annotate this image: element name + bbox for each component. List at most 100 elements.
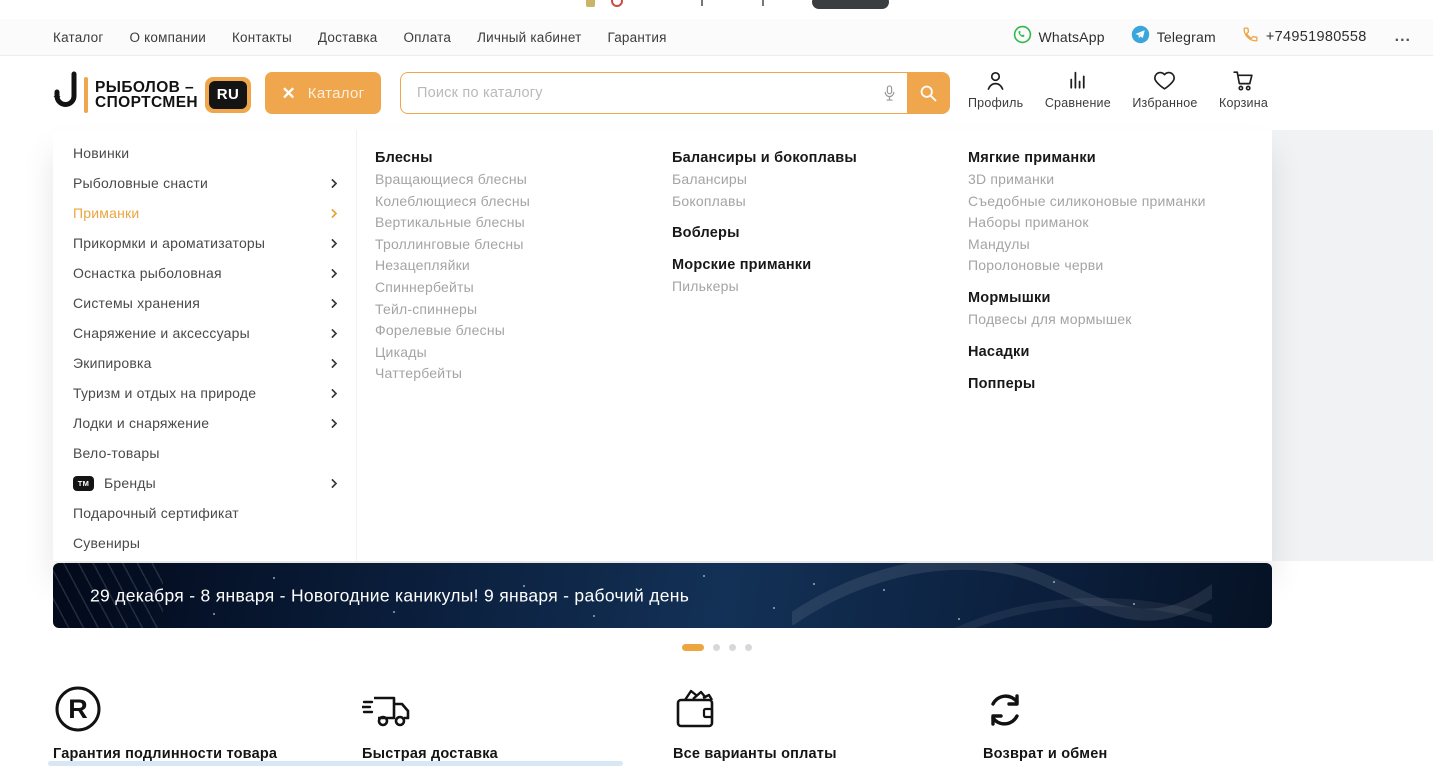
chevron-right-icon [328,238,338,248]
more-menu-button[interactable]: ... [1395,28,1411,46]
phone-icon [1242,26,1259,48]
registered-icon: R [53,684,103,734]
topbar-link-warranty[interactable]: Гарантия [607,30,666,45]
compare-button[interactable]: Сравнение [1045,68,1111,110]
subcategory-link[interactable]: Наборы приманок [968,212,1253,234]
chevron-right-icon [328,268,338,278]
sidebar-item-turizm[interactable]: Туризм и отдых на природе [53,378,356,408]
feature-delivery[interactable]: Быстрая доставка [362,684,662,766]
svg-text:R: R [68,694,88,724]
subcategory-link[interactable]: Незацепляйки [375,255,660,277]
sidebar-item-brendy[interactable]: TM Бренды [53,468,356,498]
category-group: Попперы [968,373,1253,395]
subcategory-column-3: Мягкие приманки 3D приманки Съедобные си… [968,147,1253,405]
subcategory-link[interactable]: Вращающиеся блесны [375,169,660,191]
exchange-icon [983,688,1027,732]
carousel-dot-4[interactable] [745,644,752,651]
subcategory-link[interactable]: Балансиры [672,169,957,191]
feature-returns[interactable]: Возврат и обмен [983,684,1283,766]
category-title[interactable]: Мормышки [968,287,1253,309]
category-title[interactable]: Насадки [968,341,1253,363]
sidebar-item-snaryazhenie[interactable]: Снаряжение и аксессуары [53,318,356,348]
sidebar-item-ekipirovka[interactable]: Экипировка [53,348,356,378]
chevron-right-icon [328,208,338,218]
site-logo[interactable]: РЫБОЛОВ – СПОРТСМЕН RU [53,70,251,119]
sidebar-item-suveniry[interactable]: Сувениры [53,528,356,558]
sidebar-item-novinki[interactable]: Новинки [53,138,356,168]
topbar-link-payment[interactable]: Оплата [403,30,451,45]
category-title[interactable]: Морские приманки [672,254,957,276]
voice-search-button[interactable] [871,73,907,113]
banner-text: 29 декабря - 8 января - Новогодние каник… [90,585,689,606]
favorites-button[interactable]: Избранное [1132,68,1197,110]
topbar-link-delivery[interactable]: Доставка [318,30,378,45]
close-icon: ✕ [282,85,296,102]
phone-link[interactable]: +74951980558 [1242,26,1367,48]
page: Каталог О компании Контакты Доставка Опл… [0,0,1433,766]
subcategory-panel: Блесны Вращающиеся блесны Колеблющиеся б… [357,130,1272,561]
chrome-tick-icon [762,0,764,6]
sidebar-item-lodki[interactable]: Лодки и снаряжение [53,408,356,438]
subcategory-link[interactable]: Подвесы для мормышек [968,309,1253,331]
sidebar-item-sistemy-hraneniya[interactable]: Системы хранения [53,288,356,318]
carousel-dot-2[interactable] [713,644,720,651]
profile-button[interactable]: Профиль [968,68,1023,110]
subcategory-link[interactable]: Съедобные силиконовые приманки [968,191,1253,213]
topbar-link-account[interactable]: Личный кабинет [477,30,581,45]
subcategory-link[interactable]: 3D приманки [968,169,1253,191]
truck-icon [362,692,414,732]
sidebar-item-snasti[interactable]: Рыболовные снасти [53,168,356,198]
category-title[interactable]: Мягкие приманки [968,147,1253,169]
telegram-link[interactable]: Telegram [1131,25,1216,49]
carousel-dot-3[interactable] [729,644,736,651]
promo-banner[interactable]: 29 декабря - 8 января - Новогодние каник… [53,563,1272,628]
subcategory-link[interactable]: Спиннербейты [375,277,660,299]
category-group: Балансиры и бокоплавы Балансиры Бокоплав… [672,147,957,212]
subcategory-link[interactable]: Мандулы [968,234,1253,256]
feature-authenticity[interactable]: R Гарантия подлинности товара [53,684,353,762]
whatsapp-link[interactable]: WhatsApp [1013,25,1105,49]
subcategory-link[interactable]: Троллинговые блесны [375,234,660,256]
catalog-button[interactable]: ✕ Каталог [265,72,381,114]
search-submit-button[interactable] [907,73,949,113]
favicon-fragment-icon [586,0,595,7]
topbar-link-about[interactable]: О компании [129,30,205,45]
top-utility-bar: Каталог О компании Контакты Доставка Опл… [0,19,1433,56]
subcategory-link[interactable]: Форелевые блесны [375,320,660,342]
category-title[interactable]: Балансиры и бокоплавы [672,147,957,169]
subcategory-link[interactable]: Цикады [375,342,660,364]
subcategory-link[interactable]: Бокоплавы [672,191,957,213]
search-bar [400,72,950,114]
search-icon [918,83,938,103]
subcategory-link[interactable]: Поролоновые черви [968,255,1253,277]
subcategory-link[interactable]: Тейл-спиннеры [375,299,660,321]
cart-button[interactable]: Корзина [1219,68,1268,110]
subcategory-link[interactable]: Колеблющиеся блесны [375,191,660,213]
logo-divider [84,77,88,113]
category-title[interactable]: Попперы [968,373,1253,395]
heart-icon [1152,68,1177,93]
sidebar-item-osnastka[interactable]: Оснастка рыболовная [53,258,356,288]
chevron-right-icon [328,478,338,488]
category-group: Мягкие приманки 3D приманки Съедобные си… [968,147,1253,277]
carousel-dot-1[interactable] [682,644,704,651]
telegram-label: Telegram [1157,29,1216,45]
sidebar-item-prikormki[interactable]: Прикормки и ароматизаторы [53,228,356,258]
topbar-link-contacts[interactable]: Контакты [232,30,292,45]
logo-text: РЫБОЛОВ – СПОРТСМЕН [95,80,198,110]
subcategory-link[interactable]: Чаттербейты [375,363,660,385]
subcategory-link[interactable]: Пилькеры [672,276,957,298]
sidebar-item-velo[interactable]: Вело-товары [53,438,356,468]
sidebar-item-primanki[interactable]: Приманки [53,198,356,228]
record-fragment-icon [611,0,623,7]
subcategory-column-2: Балансиры и бокоплавы Балансиры Бокоплав… [672,147,957,308]
category-group: Насадки [968,341,1253,363]
topbar-link-catalog[interactable]: Каталог [53,30,103,45]
sidebar-item-sertifikat[interactable]: Подарочный сертификат [53,498,356,528]
category-title[interactable]: Блесны [375,147,660,169]
search-input[interactable] [401,73,871,113]
subcategory-link[interactable]: Вертикальные блесны [375,212,660,234]
category-title[interactable]: Воблеры [672,222,957,244]
bar-chart-icon [1065,68,1090,93]
feature-payment[interactable]: Все варианты оплаты [673,684,973,766]
